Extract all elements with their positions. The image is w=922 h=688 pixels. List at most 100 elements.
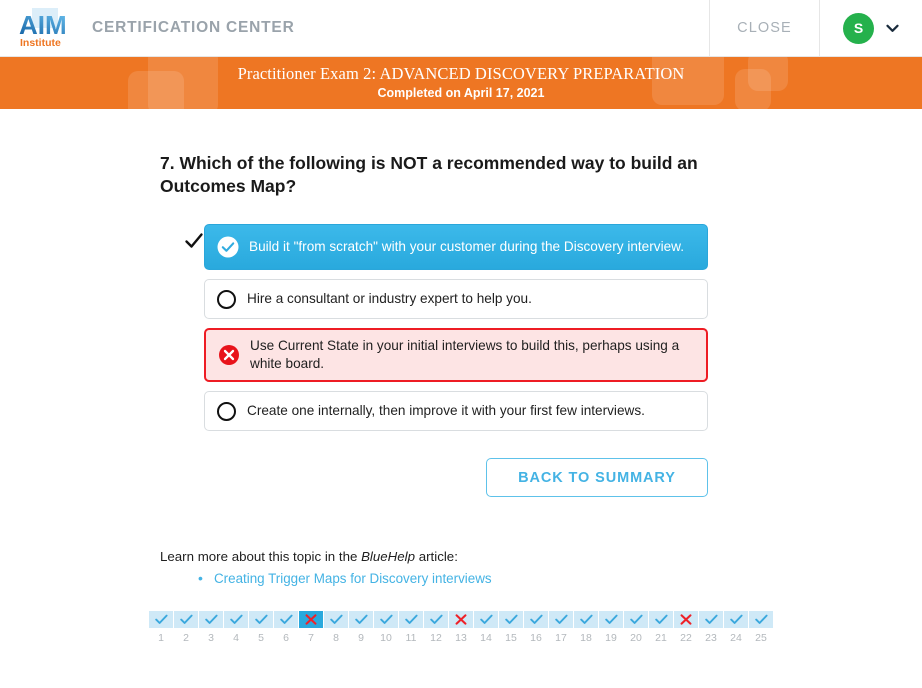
learn-more-section: Learn more about this topic in the BlueH… [160, 549, 922, 586]
question-nav-number: 21 [655, 632, 667, 645]
question-nav-number: 22 [680, 632, 692, 645]
question-nav-button-9[interactable] [349, 611, 373, 629]
question-nav-button-19[interactable] [599, 611, 623, 629]
check-circle-icon [217, 236, 239, 258]
question-nav-number: 3 [208, 632, 214, 645]
question-nav-button-21[interactable] [649, 611, 673, 629]
question-nav-number: 25 [755, 632, 767, 645]
question-nav-cell: 7 [299, 611, 323, 644]
question-nav-cell: 15 [499, 611, 523, 644]
answer-option-text: Use Current State in your initial interv… [250, 338, 680, 372]
question-nav-number: 15 [505, 632, 517, 645]
banner-decoration [148, 57, 218, 109]
question-nav-cell: 23 [699, 611, 723, 644]
question-nav-cell: 3 [199, 611, 223, 644]
question-nav-number: 6 [283, 632, 289, 645]
question-nav-cell: 18 [574, 611, 598, 644]
question-nav-button-1[interactable] [149, 611, 173, 629]
exam-completion-date: Completed on April 17, 2021 [377, 85, 545, 100]
close-button[interactable]: CLOSE [709, 0, 819, 56]
question-nav-strip[interactable]: 1 2 3 4 5 6 7 8 9 10 11 12 13 14 15 16 17 18 19 20 21 22 23 24 2… [0, 611, 922, 644]
question-nav-button-24[interactable] [724, 611, 748, 629]
question-nav-number: 5 [258, 632, 264, 645]
question-nav-cell: 2 [174, 611, 198, 644]
question-nav-cell: 13 [449, 611, 473, 644]
answer-options-list: Build it "from scratch" with your custom… [160, 224, 708, 432]
question-nav-number: 8 [333, 632, 339, 645]
answer-option-row: Hire a consultant or industry expert to … [160, 279, 708, 320]
svg-text:AIM: AIM [19, 10, 67, 40]
answer-option-text: Hire a consultant or industry expert to … [247, 291, 532, 307]
question-nav-button-17[interactable] [549, 611, 573, 629]
question-nav-number: 14 [480, 632, 492, 645]
question-nav-cell: 25 [749, 611, 773, 644]
question-nav-button-25[interactable] [749, 611, 773, 629]
learn-more-source: BlueHelp [361, 549, 416, 565]
logo-container: AIM Institute [0, 0, 92, 56]
back-to-summary-label: BACK TO SUMMARY [518, 469, 676, 486]
question-nav-button-16[interactable] [524, 611, 548, 629]
question-nav-button-14[interactable] [474, 611, 498, 629]
question-nav-number: 1 [158, 632, 164, 645]
question-nav-number: 7 [308, 632, 314, 645]
question-nav-button-15[interactable] [499, 611, 523, 629]
question-nav-cell: 6 [274, 611, 298, 644]
answer-option-row: Build it "from scratch" with your custom… [160, 224, 708, 271]
answer-option-neutral[interactable]: Hire a consultant or industry expert to … [204, 279, 708, 320]
list-item: Creating Trigger Maps for Discovery inte… [198, 570, 922, 586]
question-nav-number: 12 [430, 632, 442, 645]
question-nav-button-10[interactable] [374, 611, 398, 629]
question-nav-button-20[interactable] [624, 611, 648, 629]
question-nav-cell: 10 [374, 611, 398, 644]
learn-more-link[interactable]: Creating Trigger Maps for Discovery inte… [214, 571, 492, 586]
question-nav-button-2[interactable] [174, 611, 198, 629]
learn-more-links: Creating Trigger Maps for Discovery inte… [198, 570, 922, 586]
question-nav-number: 17 [555, 632, 567, 645]
learn-more-suffix: article: [415, 549, 458, 565]
question-nav-cell: 8 [324, 611, 348, 644]
back-to-summary-button[interactable]: BACK TO SUMMARY [486, 458, 708, 498]
answer-option-neutral[interactable]: Create one internally, then improve it w… [204, 391, 708, 432]
question-nav-cell: 4 [224, 611, 248, 644]
question-nav-number: 18 [580, 632, 592, 645]
answer-option-wrong[interactable]: Use Current State in your initial interv… [204, 328, 708, 383]
question-nav-button-7[interactable] [299, 611, 323, 629]
banner-decoration [748, 57, 788, 91]
question-nav-number: 4 [233, 632, 239, 645]
question-nav-number: 19 [605, 632, 617, 645]
exam-banner: Practitioner Exam 2: ADVANCED DISCOVERY … [0, 57, 922, 109]
learn-more-prefix: Learn more about this topic in the [160, 549, 362, 565]
exam-title: Practitioner Exam 2: ADVANCED DISCOVERY … [237, 63, 685, 83]
question-nav-button-8[interactable] [324, 611, 348, 629]
question-nav-button-4[interactable] [224, 611, 248, 629]
answer-option-correct[interactable]: Build it "from scratch" with your custom… [204, 224, 708, 271]
answer-option-row: Use Current State in your initial interv… [160, 328, 708, 383]
app-header: AIM Institute CERTIFICATION CENTER CLOSE… [0, 0, 922, 57]
question-nav-button-22[interactable] [674, 611, 698, 629]
question-nav-button-6[interactable] [274, 611, 298, 629]
question-nav-button-12[interactable] [424, 611, 448, 629]
avatar-initial: S [853, 20, 864, 36]
question-nav-button-3[interactable] [199, 611, 223, 629]
question-nav-button-18[interactable] [574, 611, 598, 629]
avatar[interactable]: S [843, 12, 874, 44]
answer-option-row: Create one internally, then improve it w… [160, 391, 708, 432]
close-button-label: CLOSE [737, 20, 792, 36]
radio-empty-icon [217, 401, 236, 421]
answer-option-text: Create one internally, then improve it w… [247, 403, 645, 419]
question-nav-number: 24 [730, 632, 742, 645]
question-nav-number: 16 [530, 632, 542, 645]
brand-title: CERTIFICATION CENTER [92, 19, 295, 36]
question-nav-number: 9 [358, 632, 364, 645]
svg-text:Institute: Institute [20, 37, 61, 49]
question-nav-button-23[interactable] [699, 611, 723, 629]
chevron-down-icon[interactable] [886, 24, 899, 33]
question-nav-cell: 19 [599, 611, 623, 644]
question-nav-cell: 12 [424, 611, 448, 644]
user-menu[interactable]: S [819, 0, 922, 56]
question-nav-button-5[interactable] [249, 611, 273, 629]
question-nav-button-13[interactable] [449, 611, 473, 629]
question-nav-cell: 9 [349, 611, 373, 644]
question-nav-button-11[interactable] [399, 611, 423, 629]
question-nav-cell: 1 [149, 611, 173, 644]
